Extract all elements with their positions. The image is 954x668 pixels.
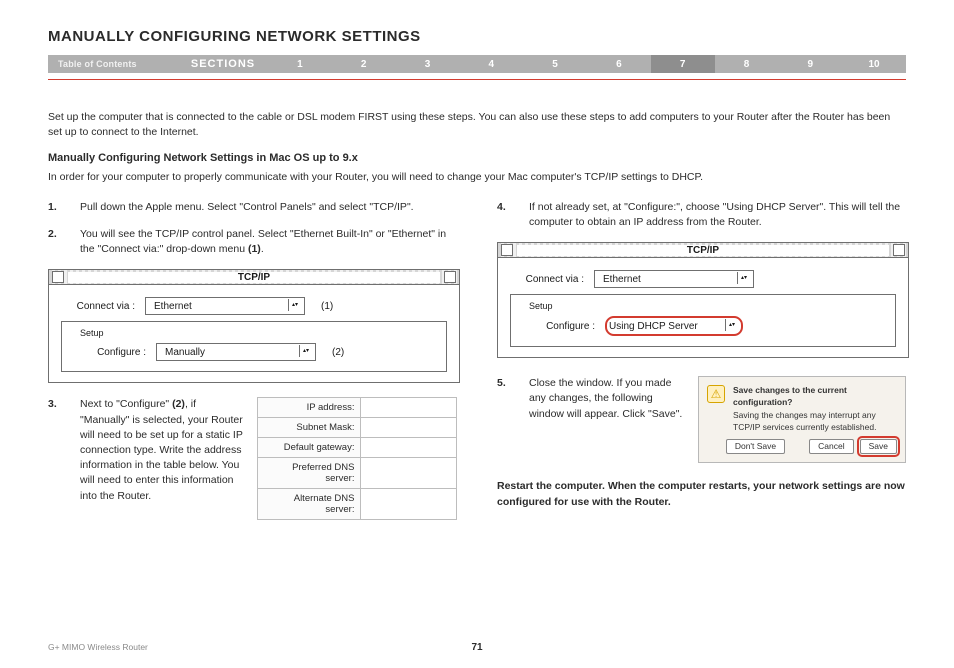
mac-titlebar: TCP/IP [498,243,908,258]
nav-section-5[interactable]: 5 [523,55,587,73]
step-number: 2. [48,227,62,257]
intro-text: Set up the computer that is connected to… [48,110,906,140]
left-column: 1. Pull down the Apple menu. Select "Con… [48,200,457,521]
nav-section-10[interactable]: 10 [842,55,906,73]
table-row: Default gateway: [258,438,457,458]
configure-label: Configure : [521,321,595,332]
table-cell-value[interactable] [361,438,457,458]
step-number: 1. [48,200,62,215]
alert-heading: Save changes to the current configuratio… [733,385,897,408]
dont-save-button[interactable]: Don't Save [726,439,785,454]
nav-section-numbers: 12345678910 [268,55,906,73]
mac-titlebar: TCP/IP [49,270,459,285]
setup-legend: Setup [525,301,557,311]
cancel-button[interactable]: Cancel [809,439,853,454]
nav-section-9[interactable]: 9 [778,55,842,73]
connect-via-select[interactable]: Ethernet ▴▾ [145,297,305,315]
setup-group: Setup Configure : Manually ▴▾ (2) [61,321,447,372]
tcpip-window-1: TCP/IP Connect via : Ethernet ▴▾ (1) Set… [48,269,460,383]
step-3: 3. Next to "Configure" (2), if "Manually… [48,397,243,504]
connect-via-label: Connect via : [510,274,584,285]
annotation-1: (1) [321,301,333,312]
step-4: 4. If not already set, at "Configure:", … [497,200,906,230]
close-box-icon[interactable] [501,244,513,256]
nav-section-8[interactable]: 8 [715,55,779,73]
step-5: 5. Close the window. If you made any cha… [497,376,684,422]
step-number: 4. [497,200,511,230]
table-row: Alternate DNS server: [258,489,457,520]
nav-section-3[interactable]: 3 [396,55,460,73]
connect-via-label: Connect via : [61,301,135,312]
table-cell-label: Preferred DNS server: [258,458,361,489]
nav-section-2[interactable]: 2 [332,55,396,73]
window-title: TCP/IP [517,245,889,256]
table-cell-value[interactable] [361,489,457,520]
configure-select[interactable]: Manually ▴▾ [156,343,316,361]
page-number: 71 [471,642,482,653]
section-navbar: Table of Contents SECTIONS 12345678910 [48,55,906,73]
nav-section-4[interactable]: 4 [459,55,523,73]
page-title: MANUALLY CONFIGURING NETWORK SETTINGS [48,28,906,45]
setup-legend: Setup [76,328,108,338]
nav-sections-label: SECTIONS [178,55,268,73]
configure-label: Configure : [72,347,146,358]
divider [48,79,906,80]
annotation-2: (2) [332,347,344,358]
save-button[interactable]: Save [860,439,897,454]
step-text: You will see the TCP/IP control panel. S… [80,227,457,257]
step-text: Pull down the Apple menu. Select "Contro… [80,200,457,215]
footer-product: G+ MIMO Wireless Router [48,642,148,652]
warning-icon: ⚠ [707,385,725,403]
configure-select-highlighted[interactable]: Using DHCP Server ▴▾ [605,316,743,336]
table-cell-label: Default gateway: [258,438,361,458]
save-alert-dialog: ⚠ Save changes to the current configurat… [698,376,906,463]
right-column: 4. If not already set, at "Configure:", … [497,200,906,521]
step-text: Next to "Configure" (2), if "Manually" i… [80,397,243,504]
zoom-box-icon[interactable] [444,271,456,283]
step-text: If not already set, at "Configure:", cho… [529,200,906,230]
connect-via-select[interactable]: Ethernet ▴▾ [594,270,754,288]
step-2: 2. You will see the TCP/IP control panel… [48,227,457,257]
table-row: Preferred DNS server: [258,458,457,489]
dropdown-arrows-icon: ▴▾ [725,319,738,331]
address-table: IP address:Subnet Mask:Default gateway:P… [257,397,457,520]
table-cell-label: IP address: [258,398,361,418]
step-number: 5. [497,376,511,422]
subheading: Manually Configuring Network Settings in… [48,152,906,164]
dropdown-arrows-icon: ▴▾ [299,345,312,357]
window-title: TCP/IP [68,272,440,283]
page-footer: G+ MIMO Wireless Router 71 [48,642,906,652]
table-cell-value[interactable] [361,458,457,489]
nav-section-1[interactable]: 1 [268,55,332,73]
zoom-box-icon[interactable] [893,244,905,256]
close-box-icon[interactable] [52,271,64,283]
table-cell-value[interactable] [361,418,457,438]
dropdown-arrows-icon: ▴▾ [737,272,750,284]
step-text: Close the window. If you made any change… [529,376,684,422]
table-row: IP address: [258,398,457,418]
nav-section-7[interactable]: 7 [651,55,715,73]
table-row: Subnet Mask: [258,418,457,438]
nav-section-6[interactable]: 6 [587,55,651,73]
tcpip-window-2: TCP/IP Connect via : Ethernet ▴▾ Setup [497,242,909,358]
table-cell-value[interactable] [361,398,457,418]
table-cell-label: Alternate DNS server: [258,489,361,520]
setup-group: Setup Configure : Using DHCP Server ▴▾ [510,294,896,347]
nav-toc[interactable]: Table of Contents [48,55,178,73]
dropdown-arrows-icon: ▴▾ [288,299,301,311]
table-cell-label: Subnet Mask: [258,418,361,438]
restart-note: Restart the computer. When the computer … [497,479,906,509]
document-page: MANUALLY CONFIGURING NETWORK SETTINGS Ta… [0,0,954,668]
alert-body: Saving the changes may interrupt any TCP… [733,410,897,433]
step-1: 1. Pull down the Apple menu. Select "Con… [48,200,457,215]
step-number: 3. [48,397,62,504]
intro-text-2: In order for your computer to properly c… [48,170,906,185]
